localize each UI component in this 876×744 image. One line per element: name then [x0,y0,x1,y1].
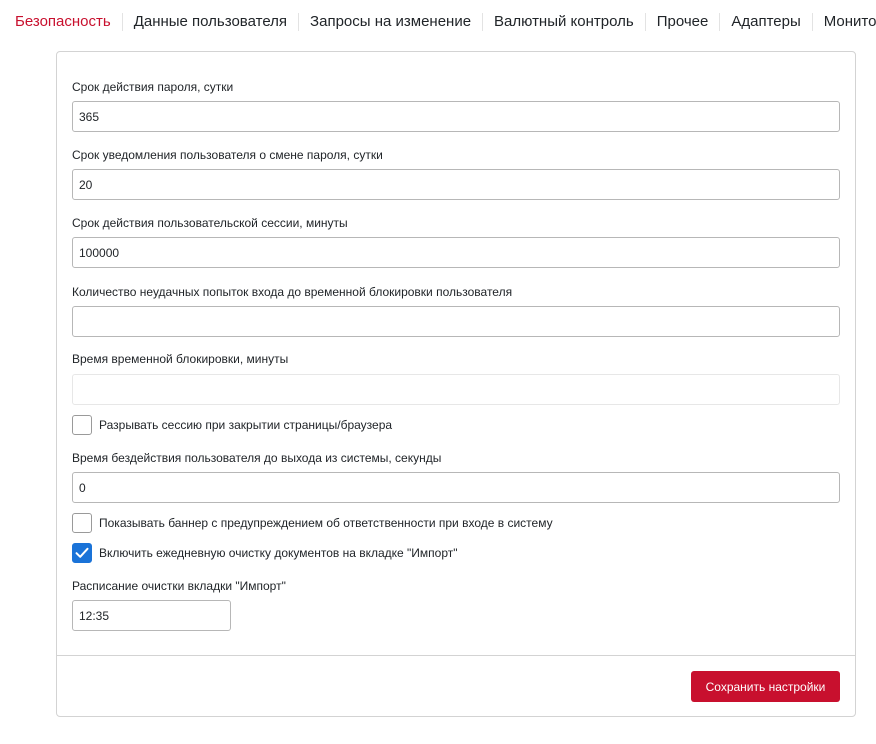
tab-currency-control[interactable]: Валютный контроль [483,13,646,31]
tab-user-data[interactable]: Данные пользователя [123,13,300,31]
banner-checkbox[interactable] [72,513,92,533]
settings-form: Срок действия пароля, сутки Срок уведомл… [57,52,855,656]
idle-timeout-input[interactable] [72,472,840,503]
close-session-checkbox[interactable] [72,415,92,435]
security-settings-panel: Срок действия пароля, сутки Срок уведомл… [56,51,856,717]
password-notice-label: Срок уведомления пользователя о смене па… [72,148,383,162]
password-expiry-label: Срок действия пароля, сутки [72,80,234,94]
tab-change-requests[interactable]: Запросы на изменение [299,13,484,31]
tab-security[interactable]: Безопасность [4,13,123,31]
save-settings-button[interactable]: Сохранить настройки [691,671,840,702]
password-notice-input[interactable] [72,169,840,200]
tab-other[interactable]: Прочее [646,13,721,31]
cleanup-schedule-label: Расписание очистки вкладки "Импорт" [72,579,286,593]
footer-divider [57,655,855,656]
checkmark-icon [75,547,89,558]
daily-cleanup-label: Включить ежедневную очистку документов н… [99,546,458,560]
session-expiry-label: Срок действия пользовательской сессии, м… [72,216,348,230]
daily-cleanup-row: Включить ежедневную очистку документов н… [72,543,458,563]
failed-attempts-label: Количество неудачных попыток входа до вр… [72,285,513,299]
cleanup-schedule-input[interactable] [72,600,231,631]
banner-row: Показывать баннер с предупреждением об о… [72,513,553,533]
failed-attempts-input[interactable] [72,306,840,337]
password-expiry-input[interactable] [72,101,840,132]
idle-timeout-label: Время бездействия пользователя до выхода… [72,451,442,465]
close-session-label: Разрывать сессию при закрытии страницы/б… [99,418,393,432]
tab-monitoring[interactable]: Мониторинг [813,13,876,31]
session-expiry-input[interactable] [72,237,840,268]
close-session-row: Разрывать сессию при закрытии страницы/б… [72,415,392,435]
banner-label: Показывать баннер с предупреждением об о… [99,516,553,530]
tab-adapters[interactable]: Адаптеры [720,13,813,31]
daily-cleanup-checkbox[interactable] [72,543,92,563]
lock-time-label: Время временной блокировки, минуты [72,352,289,366]
lock-time-input[interactable] [72,374,840,405]
settings-tabs: Безопасность Данные пользователя Запросы… [0,0,876,44]
